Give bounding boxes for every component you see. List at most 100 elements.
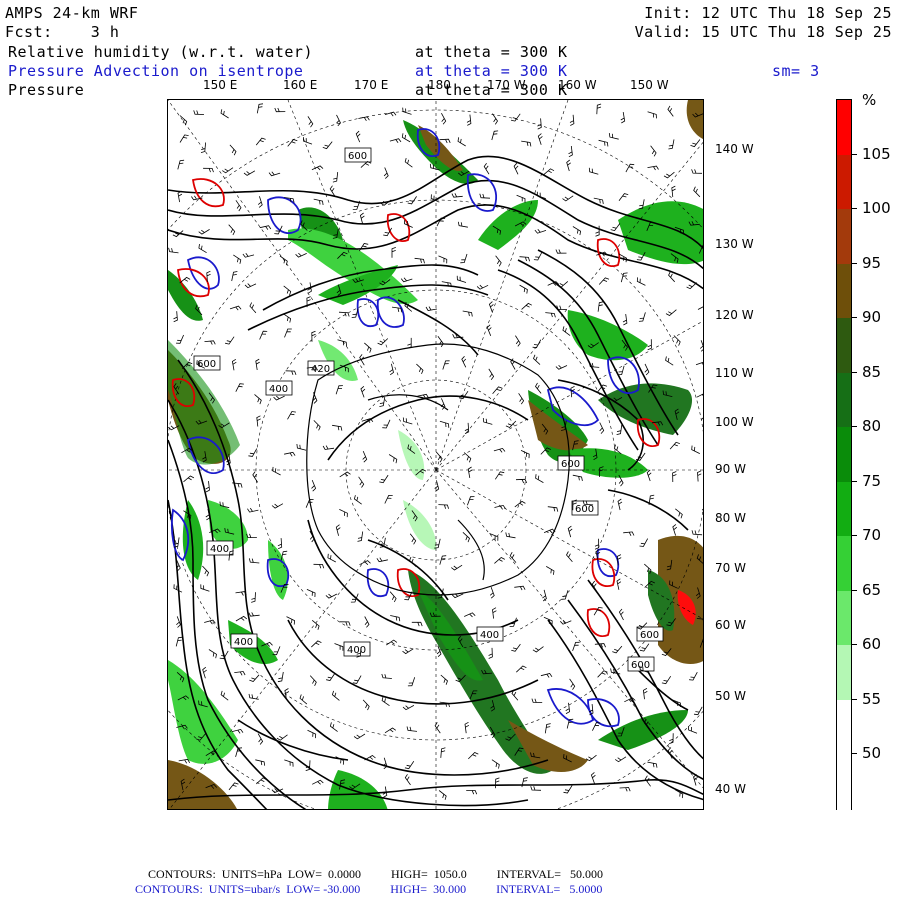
colorbar-segment (837, 154, 851, 211)
wind-barb (329, 722, 338, 732)
wind-barb (464, 612, 476, 618)
wind-barb (462, 310, 473, 317)
wind-barb (204, 340, 216, 345)
wind-barb (307, 116, 314, 128)
wind-barb (411, 621, 423, 627)
wind-barb (597, 301, 604, 312)
wind-barb (249, 302, 257, 314)
wind-barb (510, 113, 521, 122)
wind-barb (597, 670, 608, 678)
wind-barb (467, 496, 475, 506)
colorbar-label: 85 (862, 362, 882, 381)
top-lon-label: 160 W (558, 78, 597, 92)
wind-barb (248, 612, 260, 617)
wind-barb (486, 324, 492, 336)
wind-barb (696, 393, 703, 398)
wind-barb (404, 774, 411, 786)
wind-barb (173, 311, 178, 323)
colorbar-label: 65 (862, 580, 882, 599)
wind-barb (175, 636, 183, 647)
wind-barb (515, 335, 521, 347)
wind-barb (335, 385, 343, 395)
wind-barb (669, 441, 680, 450)
wind-barb (699, 340, 703, 352)
wind-barb (425, 306, 438, 311)
wind-barb (231, 358, 237, 371)
wind-barb (467, 466, 473, 478)
wind-barb (339, 471, 351, 478)
wind-barb (572, 226, 582, 236)
contour-label: 600 (575, 504, 594, 515)
wind-barb (303, 137, 313, 145)
wind-barb (231, 728, 244, 734)
wind-barb (505, 532, 516, 539)
colorbar-segment (837, 372, 851, 429)
wind-barb (519, 256, 530, 262)
wind-barb (193, 110, 205, 115)
wind-barb (296, 443, 307, 451)
colorbar-label: 95 (862, 253, 882, 272)
colorbar-label: 80 (862, 417, 882, 436)
wind-barb (384, 111, 397, 117)
wind-barb (440, 398, 446, 410)
wind-barb (332, 172, 339, 183)
colorbar-segment (837, 318, 851, 374)
wind-barb (183, 475, 195, 483)
wind-barb (385, 639, 398, 646)
wind-barb (362, 450, 368, 463)
field-rh-label: Relative humidity (w.r.t. water) (8, 43, 313, 61)
top-lon-label: 150 E (203, 78, 238, 92)
wind-barb (516, 665, 527, 673)
wind-barb (625, 163, 635, 173)
wind-barb (332, 424, 343, 431)
wind-barb (623, 531, 635, 536)
wind-barb (235, 200, 242, 212)
wind-barb (435, 451, 443, 463)
wind-barb (243, 170, 256, 176)
wind-barb (242, 252, 255, 258)
wind-barb (691, 445, 700, 454)
wind-barb (259, 225, 272, 230)
wind-barb (279, 255, 288, 266)
wind-barb (177, 190, 183, 203)
wind-barb (686, 282, 697, 290)
wind-barb (521, 302, 532, 310)
wind-barb (311, 619, 320, 630)
wind-barb (251, 592, 256, 603)
wind-barb (177, 159, 185, 170)
wind-barb (208, 649, 217, 659)
wind-barb (409, 533, 417, 545)
wind-barb (309, 675, 317, 686)
wind-barb (509, 552, 517, 563)
wind-barb (521, 140, 532, 147)
wind-barb (661, 675, 672, 685)
wind-barb (229, 144, 237, 156)
wind-barb (438, 255, 448, 264)
wind-barb (282, 313, 292, 323)
wind-barb (540, 673, 553, 678)
model-title: AMPS 24-km WRF (5, 4, 139, 22)
wind-barb (639, 538, 649, 547)
wind-barb (339, 509, 348, 518)
wind-barb (693, 186, 701, 198)
wind-barb (331, 690, 340, 701)
wind-barb (566, 551, 573, 563)
wind-barb (594, 538, 600, 550)
wind-barb (335, 524, 341, 536)
wind-barb (402, 648, 414, 655)
wind-barb (519, 284, 528, 294)
wind-barb (441, 113, 447, 125)
wind-barb (256, 415, 261, 427)
wind-barb (463, 452, 472, 463)
wind-barb (513, 162, 519, 175)
colorbar-unit: % (862, 91, 877, 109)
contour-label: 600 (348, 151, 367, 162)
wind-barb (228, 782, 239, 791)
wind-barb (384, 727, 397, 734)
top-lon-label: 180 (428, 78, 451, 92)
wind-barb (244, 283, 257, 289)
wind-barb (231, 271, 238, 282)
colorbar-segment (837, 536, 851, 592)
right-lon-label: 110 W (715, 366, 754, 380)
init-time: Init: 12 UTC Thu 18 Sep 25 (644, 4, 892, 22)
